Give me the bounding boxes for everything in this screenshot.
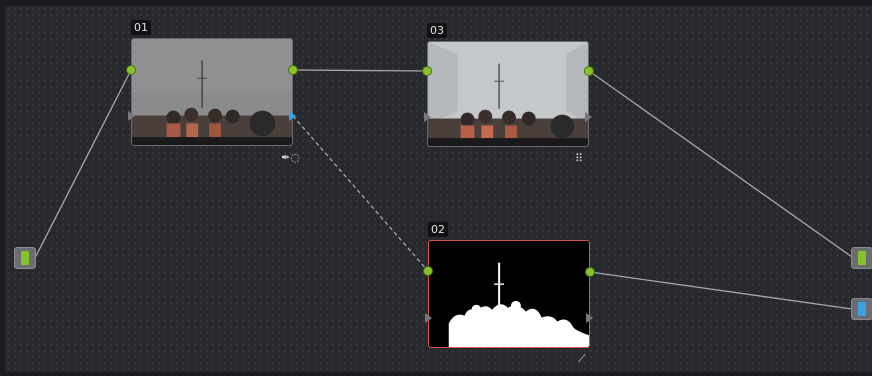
node-thumbnail (428, 240, 590, 348)
node-03[interactable]: 03 ⠿ (422, 23, 594, 165)
panel-frame-top (0, 0, 872, 6)
node-tools-badge: ✒◌ (281, 152, 300, 164)
output-alpha-connector[interactable] (851, 298, 872, 320)
grid-icon: ⠿ (575, 152, 584, 165)
node-rgb-input[interactable] (422, 66, 432, 76)
node-rgb-output[interactable] (585, 267, 595, 277)
node-label: 03 (427, 23, 447, 38)
node-rgb-input[interactable] (126, 65, 136, 75)
curve-icon: ⟋ (578, 352, 586, 365)
alpha-output-indicator (858, 302, 866, 316)
node-thumbnail (427, 41, 589, 147)
node-02[interactable]: 02 ⟋ (423, 222, 595, 365)
node-tools-badge: ⟋ (578, 353, 586, 365)
node-key-input[interactable] (425, 313, 432, 323)
node-key-output[interactable] (586, 313, 593, 323)
node-01[interactable]: 01 ✒◌ (126, 20, 300, 164)
node-rgb-output[interactable] (288, 65, 298, 75)
node-key-output[interactable] (585, 112, 592, 122)
node-rgb-output[interactable] (584, 66, 594, 76)
rgb-input-indicator (21, 251, 29, 265)
node-thumbnail (131, 38, 293, 146)
node-key-input[interactable] (424, 112, 431, 122)
node-tools-badge: ⠿ (575, 153, 583, 165)
node-key-output[interactable] (289, 111, 296, 121)
node-label: 01 (131, 20, 151, 35)
output-rgb-connector[interactable] (851, 247, 872, 269)
eyedropper-icon: ✒◌ (281, 151, 300, 164)
panel-frame-bottom (0, 372, 872, 376)
panel-frame-left (0, 0, 5, 376)
node-rgb-input[interactable] (423, 266, 433, 276)
rgb-output-indicator (858, 251, 866, 265)
source-input-connector[interactable] (14, 247, 36, 269)
node-key-input[interactable] (128, 111, 135, 121)
node-label: 02 (428, 222, 448, 237)
